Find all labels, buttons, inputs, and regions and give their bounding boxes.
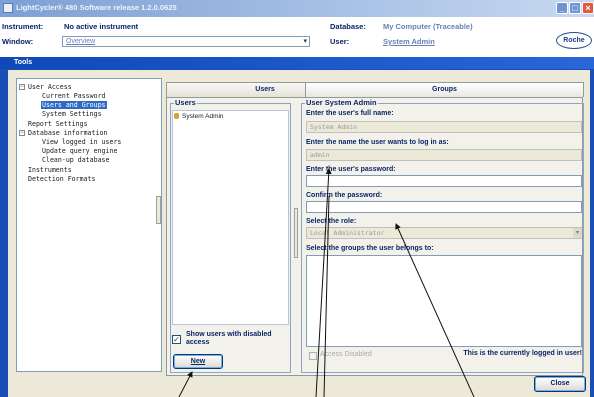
tree-item-update-query-engine[interactable]: Update query engine bbox=[42, 147, 117, 155]
role-select-value: Local Administrator bbox=[310, 229, 385, 237]
tools-title-bar bbox=[0, 57, 594, 69]
tree-item-report-settings[interactable]: Report Settings bbox=[28, 120, 88, 128]
collapse-icon[interactable]: − bbox=[19, 84, 25, 90]
login-name-label: Enter the name the user wants to log in … bbox=[306, 139, 449, 146]
show-disabled-label: Show users with disabled access bbox=[186, 331, 272, 346]
window-select[interactable]: Overview ▾ bbox=[62, 36, 310, 47]
list-item[interactable]: System Admin bbox=[182, 113, 224, 120]
tree-item-user-access[interactable]: User Access bbox=[28, 83, 72, 91]
instrument-label: Instrument: bbox=[2, 22, 44, 31]
tools-title: Tools bbox=[14, 59, 33, 66]
database-value: My Computer (Traceable) bbox=[383, 22, 473, 31]
confirm-password-field[interactable] bbox=[306, 201, 582, 213]
app-icon bbox=[3, 3, 13, 13]
tree-item-current-password[interactable]: Current Password bbox=[42, 92, 106, 100]
maximize-button[interactable]: □ bbox=[569, 2, 581, 14]
groups-list[interactable] bbox=[306, 255, 582, 347]
tree-scroll-handle[interactable] bbox=[156, 196, 161, 224]
access-disabled-label: Access Disabled bbox=[320, 351, 372, 358]
show-disabled-checkbox[interactable]: ✓ bbox=[172, 335, 181, 344]
collapse-icon[interactable]: − bbox=[19, 130, 25, 136]
password-label: Enter the user's password: bbox=[306, 166, 396, 173]
tree-item-users-and-groups[interactable]: Users and Groups bbox=[41, 101, 107, 109]
tree-item-system-settings[interactable]: System Settings bbox=[42, 110, 102, 118]
users-list[interactable] bbox=[172, 110, 289, 325]
confirm-password-label: Confirm the password: bbox=[306, 192, 383, 199]
password-field[interactable] bbox=[306, 175, 582, 187]
roche-logo: Roche bbox=[556, 32, 592, 49]
full-name-label: Enter the user's full name: bbox=[306, 110, 394, 117]
current-user-note: This is the currently logged in user! bbox=[463, 350, 582, 357]
user-icon bbox=[174, 113, 179, 119]
tree-item-clean-up-database[interactable]: Clean-up database bbox=[42, 156, 110, 164]
chevron-down-icon: ▾ bbox=[303, 38, 307, 45]
groups-label: Select the groups the user belongs to: bbox=[306, 245, 434, 252]
tree-item-instruments[interactable]: Instruments bbox=[28, 166, 72, 174]
access-disabled-checkbox[interactable] bbox=[309, 352, 317, 360]
tree-item-view-logged-in-users[interactable]: View logged in users bbox=[42, 138, 121, 146]
full-name-field[interactable]: System Admin bbox=[306, 121, 582, 133]
window-label: Window: bbox=[2, 37, 34, 46]
user-label: User: bbox=[330, 37, 350, 46]
tree-item-database-information[interactable]: Database information bbox=[28, 129, 107, 137]
user-value: System Admin bbox=[383, 37, 435, 46]
panel-splitter[interactable] bbox=[294, 208, 298, 258]
user-details-legend: User System Admin bbox=[305, 98, 378, 107]
window-select-value: Overview bbox=[66, 38, 96, 45]
app-title: LightCycler® 480 Software release 1.2.0.… bbox=[16, 3, 177, 12]
chevron-down-icon[interactable]: ▾ bbox=[573, 228, 582, 238]
login-name-field[interactable]: admin bbox=[306, 149, 582, 161]
tab-groups[interactable]: Groups bbox=[305, 82, 584, 97]
instrument-value: No active instrument bbox=[64, 22, 139, 31]
close-window-button[interactable]: × bbox=[582, 2, 594, 14]
users-legend: Users bbox=[174, 98, 197, 107]
close-button[interactable]: Close bbox=[534, 376, 586, 392]
role-select[interactable]: Local Administrator bbox=[306, 227, 582, 239]
new-user-button[interactable]: New bbox=[173, 354, 223, 369]
database-label: Database: bbox=[330, 22, 366, 31]
minimize-button[interactable]: _ bbox=[556, 2, 568, 14]
role-label: Select the role: bbox=[306, 218, 357, 225]
tree-item-detection-formats[interactable]: Detection Formats bbox=[28, 175, 96, 183]
